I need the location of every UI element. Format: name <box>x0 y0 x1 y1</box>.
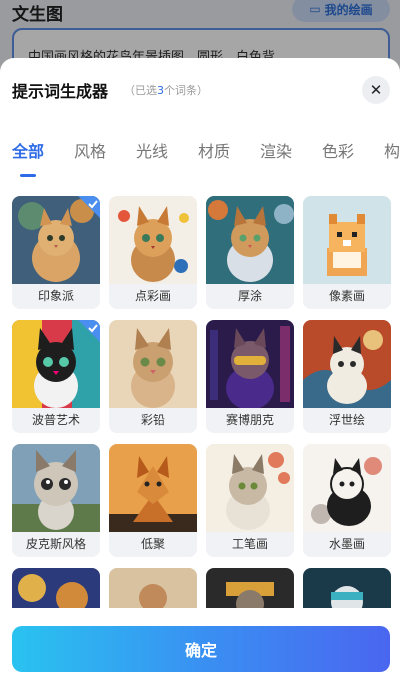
confirm-button[interactable]: 确定 <box>12 626 390 672</box>
close-icon: ✕ <box>369 81 383 99</box>
cat-image <box>109 320 197 408</box>
cat-image <box>109 196 197 284</box>
selected-suffix: 个词条） <box>164 84 208 97</box>
style-label: 厚涂 <box>237 289 262 303</box>
cat-image <box>206 320 294 408</box>
cat-image <box>206 444 294 532</box>
style-card-pixar[interactable]: 皮克斯风格 <box>12 444 100 557</box>
cat-image <box>109 444 197 532</box>
cat-image <box>303 196 391 284</box>
style-label: 皮克斯风格 <box>25 537 86 551</box>
style-card-partial[interactable] <box>12 568 100 608</box>
cat-image <box>303 444 391 532</box>
style-card-impasto[interactable]: 厚涂 <box>206 196 294 309</box>
close-button[interactable]: ✕ <box>362 76 390 104</box>
style-card-partial[interactable] <box>109 568 197 608</box>
style-label: 浮世绘 <box>328 413 365 427</box>
style-label: 工笔画 <box>231 537 268 551</box>
tab-lighting[interactable]: 光线 <box>136 138 168 162</box>
style-card-pop-art[interactable]: 波普艺术 <box>12 320 100 433</box>
style-card-low-poly[interactable]: 低聚 <box>109 444 197 557</box>
style-card-colored-pencil[interactable]: 彩铅 <box>109 320 197 433</box>
tab-composition[interactable]: 构 <box>384 138 400 162</box>
prompt-generator-sheet: 提示词生成器 （已选3个词条） ✕ 全部 风格 光线 材质 渲染 色彩 构 印象… <box>0 58 400 683</box>
sheet-title: 提示词生成器 <box>12 82 109 101</box>
style-card-ink-wash[interactable]: 水墨画 <box>303 444 391 557</box>
cat-image <box>206 196 294 284</box>
style-card-cyberpunk[interactable]: 赛博朋克 <box>206 320 294 433</box>
active-tab-indicator <box>20 174 36 177</box>
style-card-impressionism[interactable]: 印象派 <box>12 196 100 309</box>
style-label: 赛博朋克 <box>225 413 274 427</box>
style-label: 水墨画 <box>328 537 365 551</box>
style-label: 低聚 <box>140 537 165 551</box>
style-label: 波普艺术 <box>31 413 80 427</box>
style-card-ukiyo-e[interactable]: 浮世绘 <box>303 320 391 433</box>
style-label: 印象派 <box>37 289 74 303</box>
style-card-pixel-art[interactable]: 像素画 <box>303 196 391 309</box>
style-label: 像素画 <box>328 289 365 303</box>
category-tabs: 全部 风格 光线 材质 渲染 色彩 构 <box>0 138 400 178</box>
tab-render[interactable]: 渲染 <box>260 138 292 162</box>
sheet-header: 提示词生成器 （已选3个词条） ✕ <box>0 58 400 120</box>
style-card-pointillism[interactable]: 点彩画 <box>109 196 197 309</box>
tab-all[interactable]: 全部 <box>12 138 44 162</box>
selected-count: 3 <box>157 84 164 97</box>
selected-check-icon <box>78 320 100 342</box>
style-label: 点彩画 <box>134 289 171 303</box>
selected-prefix: （已选 <box>124 84 157 97</box>
cat-image <box>12 444 100 532</box>
selected-check-icon <box>78 196 100 218</box>
tab-color[interactable]: 色彩 <box>322 138 354 162</box>
style-card-partial[interactable] <box>303 568 391 608</box>
style-card-gongbi[interactable]: 工笔画 <box>206 444 294 557</box>
tab-material[interactable]: 材质 <box>198 138 230 162</box>
style-label: 彩铅 <box>140 413 165 427</box>
style-card-partial[interactable] <box>206 568 294 608</box>
selected-count-text: （已选3个词条） <box>124 82 208 98</box>
cat-image <box>303 320 391 408</box>
tab-style[interactable]: 风格 <box>74 138 106 162</box>
